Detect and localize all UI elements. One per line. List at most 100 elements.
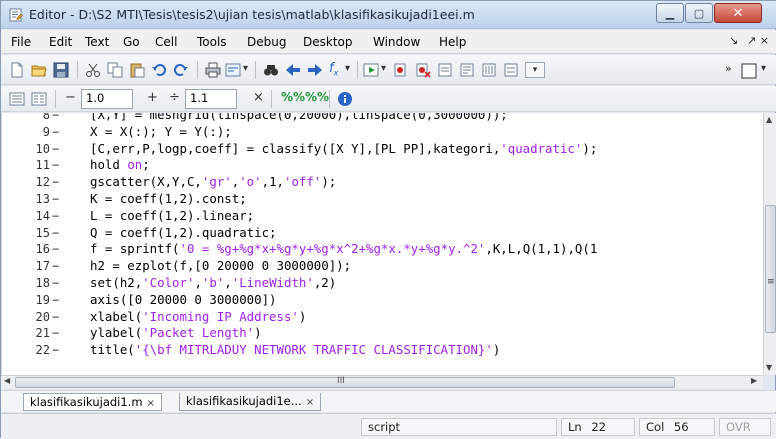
step-icon[interactable]: [437, 62, 453, 78]
breakpoint-marker[interactable]: −: [52, 141, 59, 158]
paste-icon[interactable]: [129, 62, 145, 78]
code-line[interactable]: 19− axis([0 20000 0 3000000]): [2, 292, 763, 309]
toolbar-overflow-icon[interactable]: »: [725, 62, 732, 75]
breakpoint-icon[interactable]: [393, 62, 409, 78]
redo-icon[interactable]: [173, 62, 189, 78]
tab-klasifikasikujadi1e[interactable]: klasifikasikujadi1e... ×: [179, 393, 322, 411]
stack-dropdown[interactable]: ▾: [525, 62, 545, 78]
menu-window[interactable]: Window: [373, 35, 420, 49]
divide-button[interactable]: ÷: [169, 90, 180, 105]
remove-cell-divider-icon[interactable]: %%: [305, 90, 329, 104]
new-file-icon[interactable]: [9, 62, 25, 78]
run-icon[interactable]: [363, 62, 379, 78]
menu-text[interactable]: Text: [85, 35, 109, 49]
insert-cell-divider-icon[interactable]: %%: [281, 90, 305, 104]
cut-icon[interactable]: [85, 62, 101, 78]
code-line[interactable]: 14− L = coeff(1,2).linear;: [2, 208, 763, 225]
cell-eval-icon[interactable]: [31, 91, 47, 107]
layout-icon[interactable]: [741, 63, 757, 79]
dropdown-arrow-icon[interactable]: ▾: [345, 63, 350, 74]
menu-desktop[interactable]: Desktop: [303, 35, 353, 49]
code-line[interactable]: 12− gscatter(X,Y,C,'gr','o',1,'off');: [2, 174, 763, 191]
menu-edit[interactable]: Edit: [49, 35, 72, 49]
tab-klasifikasikujadi1[interactable]: klasifikasikujadi1.m ×: [23, 393, 162, 411]
increment-value-input[interactable]: 1.0: [81, 89, 133, 109]
breakpoint-marker[interactable]: −: [52, 309, 59, 326]
dropdown-arrow-icon[interactable]: ▾: [761, 63, 766, 74]
code-line[interactable]: 22− title('{\bf MITRLADUY NETWORK TRAFFIC…: [2, 342, 763, 359]
menu-cell[interactable]: Cell: [155, 35, 177, 49]
breakpoint-marker[interactable]: −: [52, 225, 59, 242]
menu-help[interactable]: Help: [439, 35, 466, 49]
close-button[interactable]: ✕: [714, 3, 762, 23]
dropdown-arrow-icon[interactable]: ▾: [381, 63, 386, 74]
code-line[interactable]: 8− [X,Y] = meshgrid(linspace(0,20000),lin…: [2, 113, 763, 124]
print-icon[interactable]: [205, 62, 221, 78]
breakpoint-marker[interactable]: −: [52, 124, 59, 141]
maximize-button[interactable]: ▢: [685, 3, 713, 23]
info-icon[interactable]: [337, 91, 353, 107]
breakpoint-marker[interactable]: −: [52, 191, 59, 208]
open-folder-icon[interactable]: [31, 62, 47, 78]
decrement-button[interactable]: −: [65, 90, 76, 105]
multiply-value-input[interactable]: 1.1: [185, 89, 237, 109]
menu-go[interactable]: Go: [123, 35, 140, 49]
code-line[interactable]: 9− X = X(:); Y = Y(:);: [2, 124, 763, 141]
save-icon[interactable]: [53, 62, 69, 78]
code-line[interactable]: 17− h2 = ezplot(f,[0 20000 0 3000000]);: [2, 258, 763, 275]
menu-tools[interactable]: Tools: [197, 35, 227, 49]
horizontal-scrollbar[interactable]: ◀ III ▶: [1, 375, 763, 389]
scroll-right-arrow-icon[interactable]: ▶: [751, 376, 757, 385]
continue-icon[interactable]: [503, 62, 519, 78]
vertical-scroll-thumb[interactable]: [765, 205, 776, 333]
forward-arrow-icon[interactable]: [307, 62, 323, 78]
tab-close-icon[interactable]: ×: [147, 398, 155, 409]
breakpoint-marker[interactable]: −: [52, 113, 59, 124]
breakpoint-marker[interactable]: −: [52, 342, 59, 359]
code-folding-icon[interactable]: [225, 62, 241, 78]
minimize-button[interactable]: ▁: [656, 3, 684, 23]
horizontal-scroll-thumb[interactable]: [15, 377, 675, 388]
dock-icon[interactable]: ↘: [729, 34, 738, 47]
copy-icon[interactable]: [107, 62, 123, 78]
title-bar[interactable]: Editor - D:\S2 MTI\Tesis\tesis2\ujian te…: [1, 1, 776, 29]
menu-debug[interactable]: Debug: [247, 35, 286, 49]
clear-breakpoints-icon[interactable]: [415, 62, 431, 78]
dropdown-arrow-icon[interactable]: ▾: [243, 63, 248, 74]
back-arrow-icon[interactable]: [285, 62, 301, 78]
cell-mode-icon[interactable]: [9, 91, 25, 107]
code-line[interactable]: 20− xlabel('Incoming IP Address'): [2, 309, 763, 326]
breakpoint-marker[interactable]: −: [52, 275, 59, 292]
code-line[interactable]: 11− hold on;: [2, 157, 763, 174]
function-icon[interactable]: fx: [329, 61, 338, 78]
vertical-scrollbar[interactable]: ▲ ≡ ▼: [763, 113, 776, 375]
breakpoint-marker[interactable]: −: [52, 292, 59, 309]
find-icon[interactable]: [263, 62, 279, 78]
breakpoint-marker[interactable]: −: [52, 208, 59, 225]
step-in-icon[interactable]: [459, 62, 475, 78]
undo-icon[interactable]: [151, 62, 167, 78]
step-out-icon[interactable]: [481, 62, 497, 78]
tab-close-icon[interactable]: ×: [306, 397, 314, 408]
increment-button[interactable]: +: [147, 90, 158, 105]
code-line[interactable]: 21− ylabel('Packet Length'): [2, 325, 763, 342]
code-editor[interactable]: 8− [X,Y] = meshgrid(linspace(0,20000),lin…: [1, 113, 763, 375]
multiply-button[interactable]: ×: [253, 90, 264, 105]
string-literal: 'Incoming IP Address': [142, 308, 299, 324]
scroll-down-arrow-icon[interactable]: ▼: [766, 363, 772, 372]
code-line[interactable]: 13− K = coeff(1,2).const;: [2, 191, 763, 208]
code-line[interactable]: 18− set(h2,'Color','b','LineWidth',2): [2, 275, 763, 292]
menu-file[interactable]: File: [11, 35, 31, 49]
breakpoint-marker[interactable]: −: [52, 241, 59, 258]
breakpoint-marker[interactable]: −: [52, 174, 59, 191]
scroll-up-arrow-icon[interactable]: ▲: [766, 115, 772, 124]
code-line[interactable]: 15− Q = coeff(1,2).quadratic;: [2, 225, 763, 242]
undock-close-icon[interactable]: ↗ ×: [747, 34, 769, 47]
breakpoint-marker[interactable]: −: [52, 157, 59, 174]
scroll-left-arrow-icon[interactable]: ◀: [4, 376, 10, 385]
breakpoint-marker[interactable]: −: [52, 258, 59, 275]
code-line[interactable]: 10− [C,err,P,logp,coeff] = classify([X Y]…: [2, 141, 763, 158]
code-text: [C,err,P,logp,coeff] = classify([X Y],[P…: [90, 141, 597, 158]
code-line[interactable]: 16− f = sprintf('0 = %g+%g*x+%g*y+%g*x^2+…: [2, 241, 763, 258]
breakpoint-marker[interactable]: −: [52, 325, 59, 342]
